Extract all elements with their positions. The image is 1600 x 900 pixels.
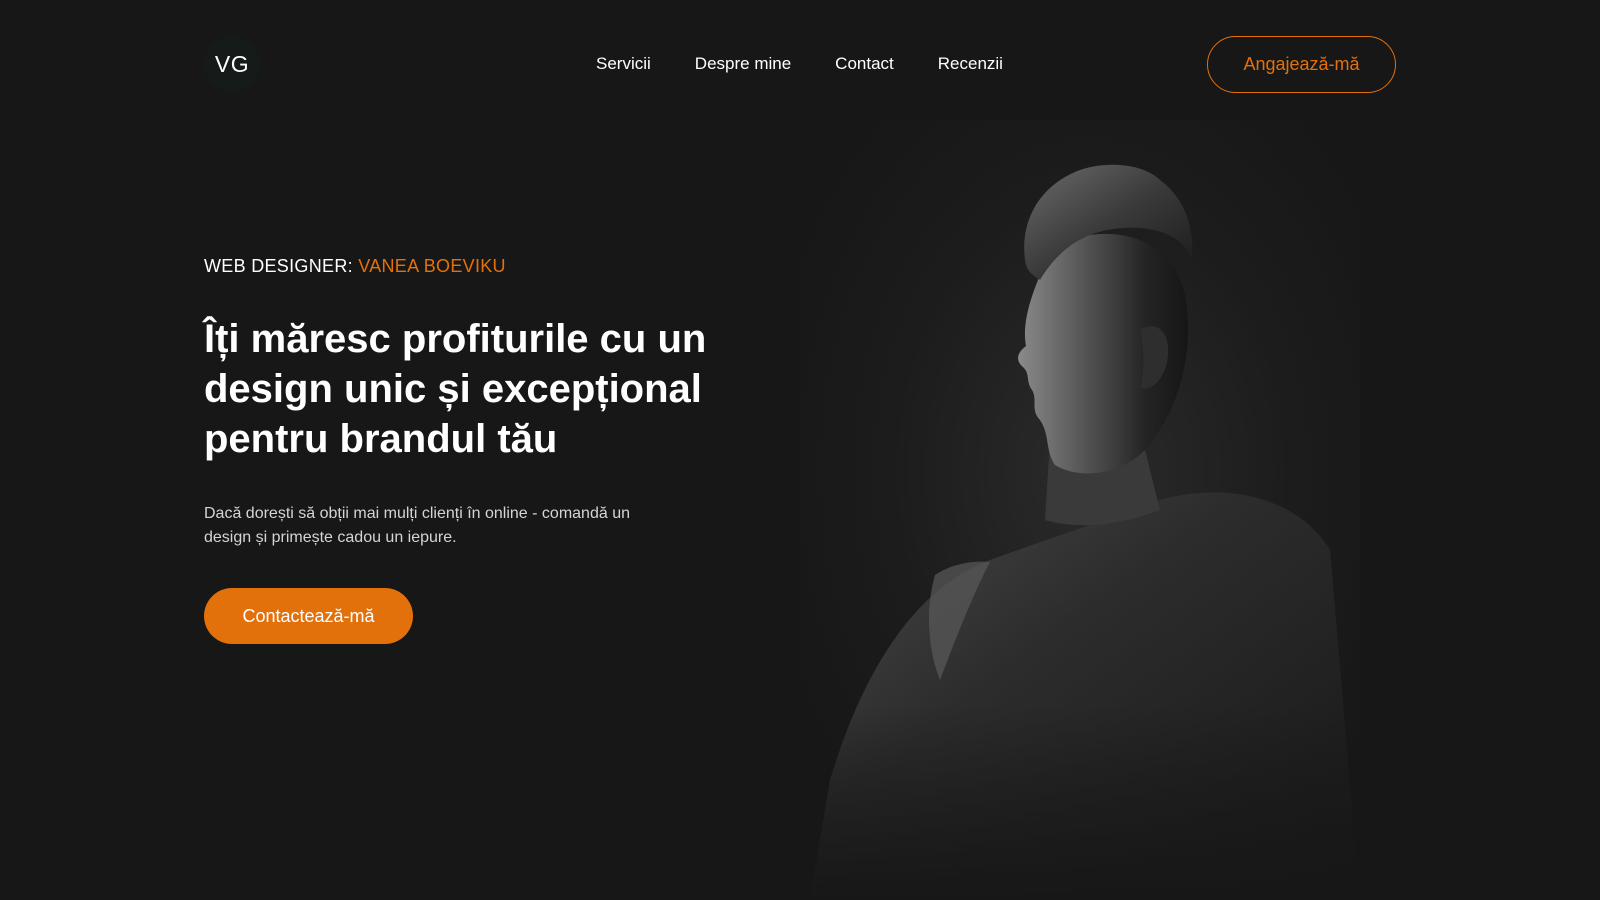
contact-me-button[interactable]: Contactează-mă (204, 588, 413, 644)
hero-eyebrow: WEB DESIGNER: VANEA BOEVIKU (204, 252, 764, 280)
logo[interactable]: VG (204, 36, 260, 92)
landing-page: VG Servicii Despre mine Contact Recenzii… (0, 0, 1600, 900)
nav-link-servicii[interactable]: Servicii (596, 54, 651, 74)
logo-text: VG (214, 50, 250, 77)
nav-link-contact[interactable]: Contact (835, 54, 894, 74)
eyebrow-prefix: WEB DESIGNER: (204, 256, 359, 276)
portrait-image (800, 120, 1360, 900)
man-profile-icon (800, 120, 1360, 900)
main-nav: Servicii Despre mine Contact Recenzii (596, 36, 1003, 92)
hero-section: WEB DESIGNER: VANEA BOEVIKU Îți măresc p… (204, 252, 764, 644)
nav-link-despre-mine[interactable]: Despre mine (695, 54, 791, 74)
site-header: VG Servicii Despre mine Contact Recenzii… (204, 36, 1396, 93)
nav-link-recenzii[interactable]: Recenzii (938, 54, 1003, 74)
hero-headline: Îți măresc profiturile cu un design unic… (204, 317, 707, 461)
hire-button-label: Angajează-mă (1243, 54, 1360, 74)
contact-me-label: Contactează-mă (242, 605, 375, 626)
hire-button[interactable]: Angajează-mă (1207, 36, 1396, 93)
eyebrow-name: VANEA BOEVIKU (358, 256, 506, 276)
hero-description: Dacă dorești să obții mai mulți clienți … (204, 505, 630, 546)
